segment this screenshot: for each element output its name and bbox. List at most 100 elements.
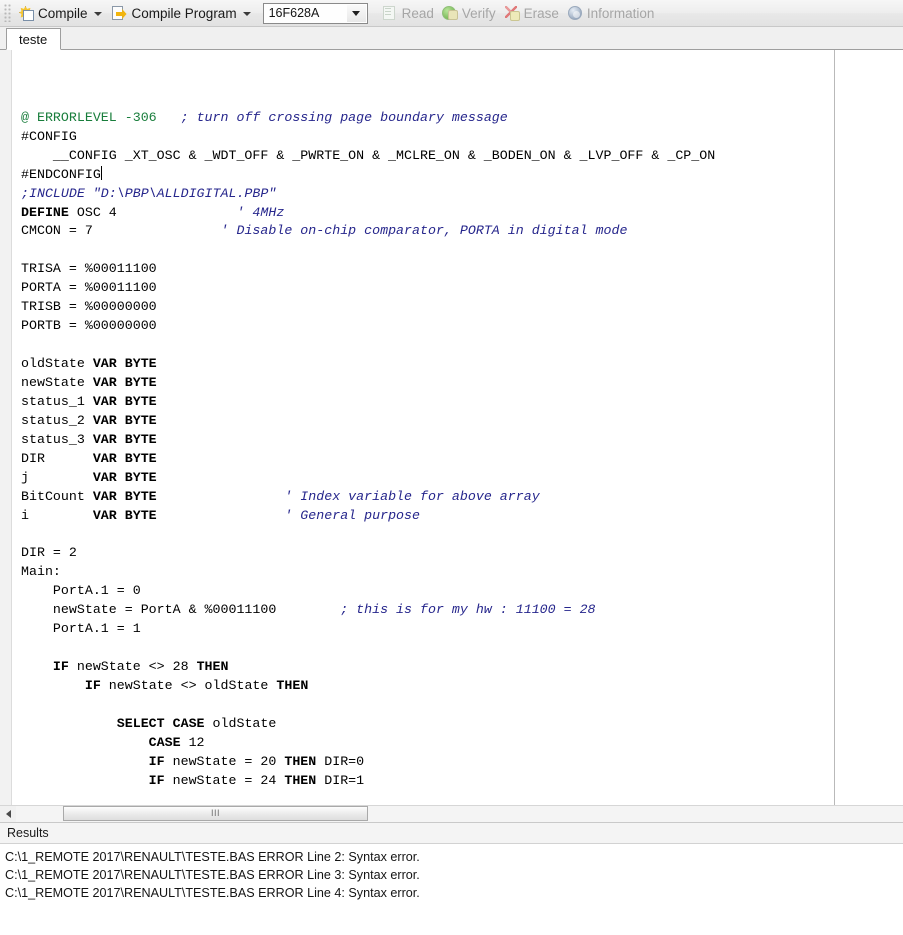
toolbar-button-information[interactable]: Information (563, 2, 659, 25)
toolbar-button-erase[interactable]: Erase (500, 2, 563, 25)
toolbar-button-read-label: Read (401, 5, 434, 21)
code-token: j (21, 469, 93, 485)
verify-check-icon (441, 5, 458, 21)
main-toolbar: Compile Compile Program 16F628A Read Ver… (0, 0, 903, 27)
toolbar-button-verify[interactable]: Verify (438, 2, 500, 25)
editor-gutter[interactable] (0, 50, 12, 805)
device-select-dropdown-button[interactable] (346, 4, 366, 22)
code-line: i VAR BYTE ' General purpose (21, 507, 903, 526)
code-line: PortA.1 = 1 (21, 620, 903, 639)
code-token: CASE (148, 734, 181, 750)
code-token: #ENDCONFIG (21, 166, 101, 182)
device-select[interactable]: 16F628A (262, 2, 368, 24)
code-editor: @ ERRORLEVEL -306 ; turn off crossing pa… (0, 50, 903, 822)
code-token: VAR BYTE (92, 412, 157, 428)
code-token: oldState (204, 715, 277, 731)
chevron-down-icon[interactable] (242, 12, 251, 16)
code-line: PortA.1 = 0 (21, 582, 903, 601)
code-token: newState <> 28 (68, 659, 197, 675)
toolbar-button-compile[interactable]: Compile (14, 2, 108, 25)
scroll-left-arrow-icon[interactable] (0, 806, 16, 822)
code-token: VAR BYTE (92, 450, 157, 466)
code-line: status_1 VAR BYTE (21, 393, 903, 412)
pbp-ide-window: Compile Compile Program 16F628A Read Ver… (0, 0, 903, 935)
code-line: status_2 VAR BYTE (21, 412, 903, 431)
code-token: i (21, 507, 93, 523)
compile-gear-icon (18, 5, 34, 21)
code-token: newState <> oldState (100, 677, 277, 693)
code-line: @ ERRORLEVEL -306 ; turn off crossing pa… (21, 109, 903, 128)
code-line: SELECT CASE oldState (21, 715, 903, 734)
code-line: ;INCLUDE "D:\PBP\ALLDIGITAL.PBP" (21, 185, 903, 204)
results-list[interactable]: C:\1_REMOTE 2017\RENAULT\TESTE.BAS ERROR… (0, 844, 903, 935)
code-line: DIR = 2 (21, 544, 903, 563)
code-line: #CONFIG (21, 128, 903, 147)
toolbar-button-compile-program-label: Compile Program (131, 5, 237, 21)
code-token: newState = 24 (164, 772, 285, 788)
code-token: status_1 (21, 393, 93, 409)
code-text-area[interactable]: @ ERRORLEVEL -306 ; turn off crossing pa… (12, 50, 903, 805)
code-token: THEN (284, 753, 317, 769)
code-token: status_2 (21, 412, 93, 428)
code-editor-body: @ ERRORLEVEL -306 ; turn off crossing pa… (0, 50, 903, 805)
code-token: VAR BYTE (92, 393, 157, 409)
results-row[interactable]: C:\1_REMOTE 2017\RENAULT\TESTE.BAS ERROR… (3, 848, 903, 866)
code-line: IF newState <> oldState THEN (21, 677, 903, 696)
code-line: newState VAR BYTE (21, 374, 903, 393)
read-document-icon (382, 5, 398, 21)
code-line: IF newState <> 28 THEN (21, 658, 903, 677)
information-disc-icon (567, 5, 583, 21)
code-token: CMCON = 7 (21, 223, 221, 239)
code-token: THEN (196, 659, 229, 675)
editor-tab-teste[interactable]: teste (6, 28, 62, 50)
code-token: VAR BYTE (92, 374, 157, 390)
code-token: DIR (21, 450, 93, 466)
code-token: VAR BYTE (92, 507, 157, 523)
toolbar-button-read[interactable]: Read (378, 2, 438, 25)
code-token: newState = PortA & %00011100 (21, 602, 341, 618)
chevron-down-icon[interactable] (93, 12, 102, 16)
code-token: VAR BYTE (92, 356, 157, 372)
horizontal-scroll-track[interactable]: III (16, 806, 903, 822)
code-token: TRISB = %00000000 (21, 299, 157, 315)
toolbar-drag-handle[interactable] (4, 4, 11, 22)
code-token: DEFINE (21, 204, 69, 220)
code-token: VAR BYTE (92, 469, 157, 485)
code-token: IF (148, 772, 165, 788)
code-line: PORTA = %00011100 (21, 279, 903, 298)
code-line: DIR VAR BYTE (21, 450, 903, 469)
code-token: SELECT CASE (116, 715, 205, 731)
editor-horizontal-scrollbar[interactable]: III (0, 805, 903, 822)
horizontal-scroll-thumb[interactable]: III (63, 806, 368, 821)
results-row[interactable]: C:\1_REMOTE 2017\RENAULT\TESTE.BAS ERROR… (3, 866, 903, 884)
results-row[interactable]: C:\1_REMOTE 2017\RENAULT\TESTE.BAS ERROR… (3, 884, 903, 902)
code-token: DIR=0 (316, 753, 365, 769)
results-panel-title: Results (0, 823, 903, 844)
code-token: 12 (180, 734, 205, 750)
code-token: ' 4MHz (236, 204, 285, 220)
code-token: THEN (276, 677, 309, 693)
toolbar-button-information-label: Information (586, 5, 655, 21)
code-line: BitCount VAR BYTE ' Index variable for a… (21, 488, 903, 507)
toolbar-button-compile-program[interactable]: Compile Program (108, 2, 257, 25)
code-line: #ENDCONFIG (21, 165, 903, 185)
code-token: BitCount (21, 488, 93, 504)
code-token: PortA.1 = 0 (21, 583, 141, 599)
code-token: IF (52, 659, 69, 675)
code-token: PortA.1 = 1 (21, 621, 141, 637)
code-line: oldState VAR BYTE (21, 355, 903, 374)
code-token: Main: (21, 564, 61, 580)
code-token: ;INCLUDE "D:\PBP\ALLDIGITAL.PBP" (21, 185, 277, 201)
code-token: IF (84, 677, 101, 693)
code-token: THEN (284, 772, 317, 788)
code-token: ' Disable on-chip comparator, PORTA in d… (220, 223, 628, 239)
code-token: ' Index variable for above array (284, 488, 540, 504)
code-token: VAR BYTE (92, 488, 157, 504)
